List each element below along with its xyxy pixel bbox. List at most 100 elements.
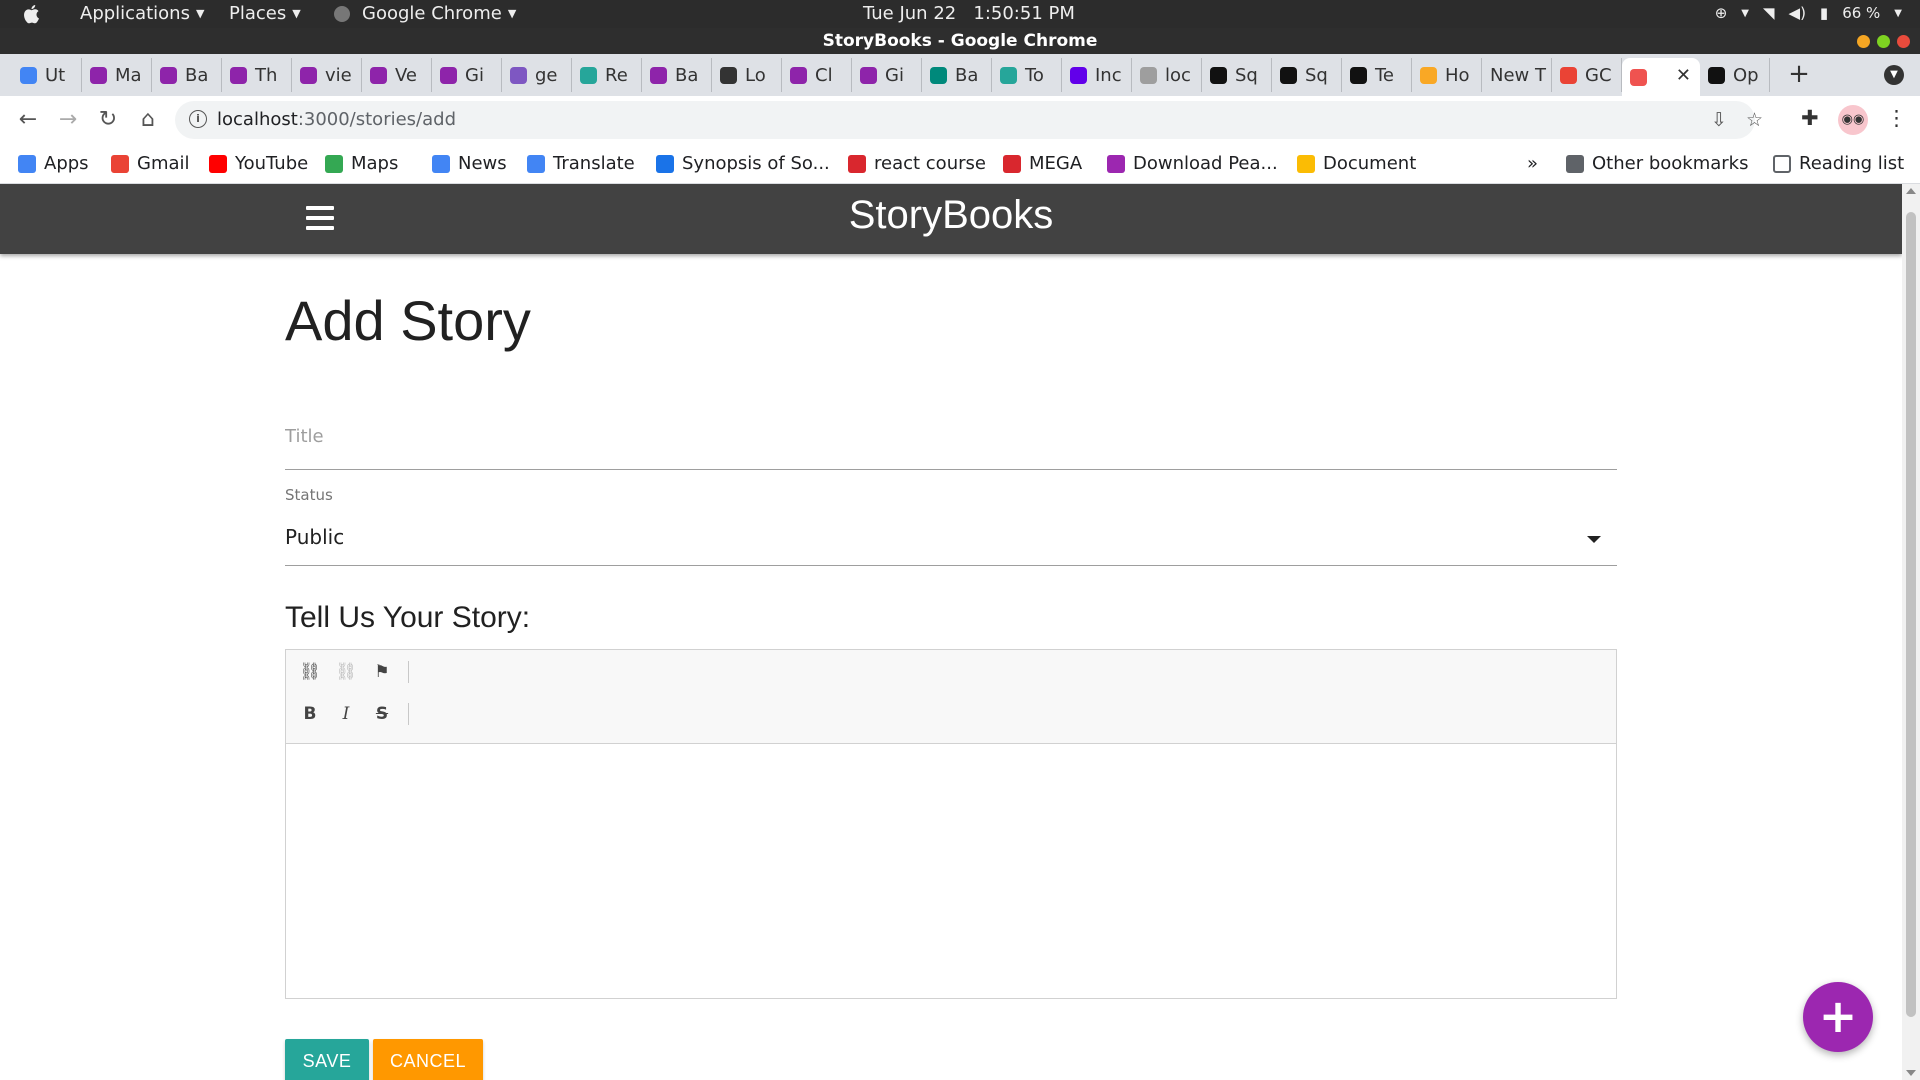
other-bookmarks-folder[interactable]: Other bookmarks	[1566, 153, 1748, 174]
address-bar[interactable]: i localhost:3000/stories/add ⇩ ☆	[175, 101, 1763, 139]
applications-menu[interactable]: Applications ▼	[80, 3, 204, 24]
bookmark-item[interactable]: MEGA	[1003, 153, 1082, 174]
d-icon	[860, 66, 877, 84]
bookmark-item[interactable]: Download Pea...	[1107, 153, 1278, 174]
bookmarks-overflow-button[interactable]: »	[1527, 153, 1538, 174]
url-text[interactable]: localhost:3000/stories/add	[217, 109, 456, 130]
clock-icon	[1070, 66, 1087, 84]
bold-icon[interactable]: B	[298, 702, 322, 726]
story-body-textarea[interactable]	[286, 744, 1616, 998]
places-menu[interactable]: Places ▼	[229, 3, 301, 24]
extensions-puzzle-icon[interactable]: ✚	[1801, 106, 1819, 130]
browser-tab[interactable]: Re	[572, 58, 642, 92]
tab-title: New T	[1490, 64, 1546, 86]
browser-tab[interactable]: ge	[502, 58, 572, 92]
bookmark-item[interactable]: react course	[848, 153, 986, 174]
browser-tab[interactable]: Ba	[922, 58, 992, 92]
apple-logo-icon[interactable]	[22, 3, 42, 25]
close-tab-icon[interactable]: ✕	[1676, 65, 1691, 86]
browser-tab[interactable]: Te	[1342, 58, 1412, 92]
browser-tab[interactable]: vie	[292, 58, 362, 92]
page-scrollbar[interactable]	[1902, 184, 1920, 1080]
tab-title: Inc	[1095, 64, 1122, 86]
reading-list-button[interactable]: Reading list	[1773, 153, 1904, 174]
bookmark-item[interactable]: Document	[1297, 153, 1416, 174]
doc-icon	[1297, 154, 1315, 173]
browser-tab[interactable]: Sq	[1272, 58, 1342, 92]
browser-tab[interactable]: Ve	[362, 58, 432, 92]
bookmark-star-icon[interactable]: ☆	[1746, 109, 1763, 131]
cancel-button[interactable]: CANCEL	[373, 1039, 483, 1080]
bookmark-item[interactable]: YouTube	[209, 153, 308, 174]
home-icon[interactable]: ⌂	[134, 106, 162, 134]
browser-tab[interactable]: Ba	[152, 58, 222, 92]
browser-tab[interactable]: Lo	[712, 58, 782, 92]
title-input[interactable]	[285, 404, 1617, 470]
minimize-button[interactable]	[1857, 35, 1870, 48]
browser-tab[interactable]: GC	[1552, 58, 1622, 92]
site-info-icon[interactable]: i	[189, 110, 207, 128]
forward-arrow-icon[interactable]: →	[54, 106, 82, 134]
pinwheel-icon	[1560, 66, 1577, 84]
profile-avatar[interactable]: ◉◉	[1838, 105, 1868, 135]
battery-icon[interactable]: ▮	[1820, 4, 1828, 22]
window-title-bar[interactable]: StoryBooks - Google Chrome	[0, 28, 1920, 54]
browser-tab[interactable]: To	[992, 58, 1062, 92]
back-arrow-icon[interactable]: ←	[14, 106, 42, 134]
bookmark-item[interactable]: Translate	[527, 153, 635, 174]
browser-tab[interactable]: Gi	[432, 58, 502, 92]
browser-tab[interactable]: Op	[1700, 58, 1770, 92]
brand-logo[interactable]: StoryBooks	[0, 193, 1902, 238]
scrollbar-thumb[interactable]	[1906, 212, 1916, 1017]
square-icon	[1350, 66, 1367, 84]
system-tray[interactable]: ⊕ ▼ ◥ ◀) ▮ 66 % ▼	[1715, 4, 1902, 22]
wifi-icon[interactable]: ◥	[1763, 4, 1775, 22]
bookmark-item[interactable]: Maps	[325, 153, 398, 174]
browser-tab[interactable]: Cl	[782, 58, 852, 92]
tab-strip: Ut Ma Ba Th vie Ve Gi ge Re Ba Lo Cl Gi Ba To Inc loc Sq S…	[0, 54, 1920, 96]
tab-search-icon[interactable]: ▼	[1884, 65, 1904, 85]
tab-list: Ut Ma Ba Th vie Ve Gi ge Re Ba Lo Cl Gi Ba To Inc loc Sq S…	[12, 54, 1770, 96]
bookmark-item[interactable]: Synopsis of So...	[656, 153, 830, 174]
chrome-menu-icon[interactable]: ⋮	[1886, 106, 1907, 130]
browser-tab[interactable]: Th	[222, 58, 292, 92]
link-icon[interactable]: ⛓	[298, 660, 322, 684]
battery-percent: 66 %	[1842, 4, 1881, 22]
bookmark-item[interactable]: News	[432, 153, 507, 174]
browser-tab[interactable]: Sq	[1202, 58, 1272, 92]
browser-tab[interactable]: Inc	[1062, 58, 1132, 92]
tab-title: GC	[1585, 64, 1612, 86]
new-tab-button[interactable]: +	[1784, 60, 1814, 90]
tab-title: Ba	[185, 64, 209, 86]
bookmark-item[interactable]: Apps	[18, 153, 89, 174]
strikethrough-icon[interactable]: S	[370, 702, 394, 726]
status-select[interactable]: Public	[285, 522, 1617, 566]
unlink-icon[interactable]: ⛓	[334, 660, 358, 684]
browser-tab[interactable]: ✕	[1622, 58, 1700, 96]
browser-tab[interactable]: New T	[1482, 58, 1552, 92]
browser-tab[interactable]: Ho	[1412, 58, 1482, 92]
browser-tab[interactable]: Ma	[82, 58, 152, 92]
close-window-button[interactable]	[1897, 35, 1910, 48]
volume-icon[interactable]: ◀)	[1789, 4, 1806, 22]
reload-icon[interactable]: ↻	[94, 106, 122, 134]
browser-tab[interactable]: loc	[1132, 58, 1202, 92]
browser-tab[interactable]: Gi	[852, 58, 922, 92]
accessibility-icon[interactable]: ⊕	[1715, 4, 1728, 22]
install-app-icon[interactable]: ⇩	[1711, 109, 1727, 131]
scroll-down-arrow-icon[interactable]	[1906, 1070, 1916, 1076]
scroll-up-arrow-icon[interactable]	[1906, 188, 1916, 194]
chrome-app-menu[interactable]: Google Chrome ▼	[334, 3, 516, 24]
d-icon	[650, 66, 667, 84]
bookmark-item[interactable]: Gmail	[111, 153, 190, 174]
browser-tab[interactable]: Ba	[642, 58, 712, 92]
gmail-icon	[111, 154, 129, 173]
add-story-fab[interactable]: +	[1803, 982, 1873, 1052]
save-button[interactable]: SAVE	[285, 1039, 369, 1080]
browser-tab[interactable]: Ut	[12, 58, 82, 92]
maximize-button[interactable]	[1877, 35, 1890, 48]
italic-icon[interactable]: I	[334, 702, 358, 726]
clock[interactable]: Tue Jun 22 1:50:51 PM	[863, 3, 1075, 24]
reading-list-icon	[1773, 154, 1791, 173]
anchor-flag-icon[interactable]: ⚑	[370, 660, 394, 684]
